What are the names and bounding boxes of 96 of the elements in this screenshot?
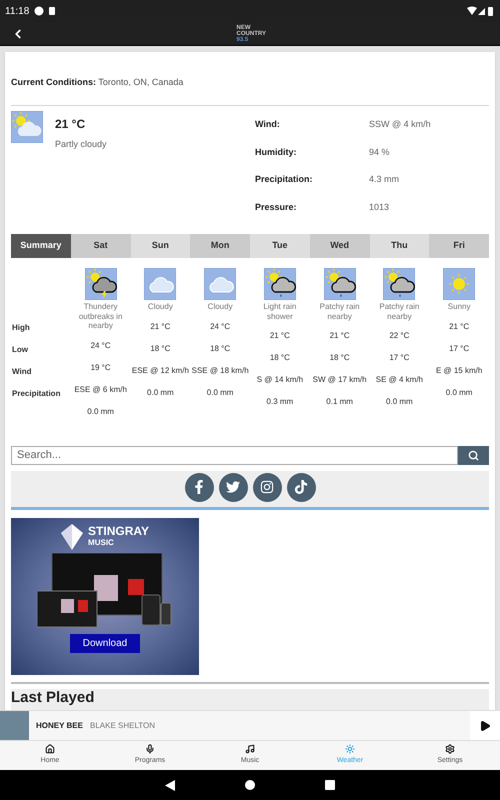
forecast-value: 0.0 mm xyxy=(386,396,413,408)
detail-label: Precipitation: xyxy=(255,173,314,186)
forecast-tab[interactable]: Sat xyxy=(70,234,130,258)
forecast-value: 19 °C xyxy=(90,362,111,374)
forecast-tab[interactable]: Fri xyxy=(429,234,489,258)
forecast-description: Cloudy xyxy=(206,302,234,312)
last-played-heading: Last Played xyxy=(11,688,96,706)
status-time: 11:18 xyxy=(5,4,30,18)
forecast-description: Patchy rain nearby xyxy=(318,302,361,321)
current-conditions-text: Current Conditions: Toronto, ON, Canada xyxy=(11,77,184,87)
diamond-logo-icon xyxy=(61,524,84,550)
microphone-icon xyxy=(145,744,155,754)
forecast-value: SW @ 17 km/h xyxy=(312,374,367,386)
current-temperature: 21 °C xyxy=(55,116,86,133)
forecast-value: 17 °C xyxy=(449,342,470,354)
social-button[interactable] xyxy=(252,472,282,502)
settings-icon xyxy=(445,744,455,754)
camera-icon xyxy=(260,480,274,494)
row-label: High xyxy=(12,322,30,334)
music-icon xyxy=(245,744,255,754)
forecast-value: 21 °C xyxy=(330,330,350,342)
forecast-value: 17 °C xyxy=(389,352,410,364)
forecast-value: 18 °C xyxy=(210,342,230,354)
forecast-description: Patchy rain nearby xyxy=(378,302,420,321)
forecast-description: Cloudy xyxy=(146,302,174,312)
detail-value: 1013 xyxy=(369,200,390,214)
home-nav-icon[interactable] xyxy=(245,780,255,790)
forecast-value: 0.0 mm xyxy=(446,386,472,398)
forecast-tab[interactable]: Summary xyxy=(11,234,71,258)
detail-value: 4.3 mm xyxy=(369,173,400,186)
forecast-value: 24 °C xyxy=(90,340,111,352)
cloud-icon xyxy=(144,268,176,300)
row-label: Precipitation xyxy=(12,388,60,400)
ad-brand: STINGRAY xyxy=(88,524,149,536)
detail-label: Wind: xyxy=(255,118,281,131)
notification-icons xyxy=(34,6,56,16)
detail-label: Pressure: xyxy=(255,200,298,214)
forecast-value: 24 °C xyxy=(210,320,230,332)
music-note-icon xyxy=(294,480,308,494)
forecast-tab[interactable]: Wed xyxy=(310,234,370,258)
current-description: Partly cloudy xyxy=(55,138,107,151)
forecast-value: 0.0 mm xyxy=(87,406,114,418)
forecast-value: 0.0 mm xyxy=(206,386,234,398)
signal-battery-icons xyxy=(467,6,495,16)
social-button[interactable] xyxy=(286,472,316,502)
detail-label: Humidity: xyxy=(255,146,298,159)
track-artist: BLAKE SHELTON xyxy=(90,720,156,732)
home-icon xyxy=(45,744,55,754)
sun-cloud-icon xyxy=(11,111,43,143)
forecast-tab[interactable]: Sun xyxy=(130,234,190,258)
search-icon xyxy=(468,450,479,460)
search-button[interactable] xyxy=(458,446,489,464)
rain-cloud-icon xyxy=(324,268,356,300)
forecast-value: 21 °C xyxy=(150,320,170,332)
forecast-description: Light rain shower xyxy=(262,302,298,321)
forecast-value: 0.1 mm xyxy=(326,396,353,408)
track-title: HONEY BEE xyxy=(36,720,83,732)
forecast-value: 18 °C xyxy=(270,352,290,364)
search-field[interactable]: Search... xyxy=(11,446,458,464)
sun-icon xyxy=(345,744,355,754)
back-nav-icon[interactable] xyxy=(165,780,175,790)
forecast-value: SE @ 4 km/h xyxy=(376,374,423,386)
forecast-value: S @ 14 km/h xyxy=(256,374,304,386)
cloud-icon xyxy=(204,268,236,300)
forecast-value: 0.0 mm xyxy=(147,386,174,398)
bird-icon xyxy=(226,480,240,494)
forecast-tab[interactable]: Tue xyxy=(250,234,310,258)
play-icon xyxy=(479,720,491,732)
forecast-value: 21 °C xyxy=(449,320,470,332)
forecast-value: E @ 15 km/h xyxy=(436,364,482,376)
ad-subtitle: MUSIC xyxy=(88,536,115,548)
row-label: Low xyxy=(12,344,28,356)
social-button[interactable] xyxy=(218,472,248,502)
forecast-value: ESE @ 6 km/h xyxy=(74,384,127,396)
detail-value: 94 % xyxy=(369,146,390,158)
forecast-description: Thundery outbreaks in nearby xyxy=(78,302,124,330)
social-button[interactable] xyxy=(184,472,214,502)
forecast-value: SSE @ 18 km/h xyxy=(192,364,249,376)
rain-cloud-icon xyxy=(383,268,416,300)
album-art-placeholder xyxy=(0,711,29,740)
forecast-value: 18 °C xyxy=(150,342,170,354)
play-button[interactable] xyxy=(470,710,500,740)
forecast-tab[interactable]: Mon xyxy=(190,234,250,258)
sun-icon xyxy=(443,268,476,300)
storm-cloud-icon xyxy=(84,268,117,300)
forecast-description: Sunny xyxy=(446,302,472,312)
forecast-value: 22 °C xyxy=(389,330,410,342)
forecast-value: 0.3 mm xyxy=(266,396,294,408)
forecast-value: ESE @ 12 km/h xyxy=(132,364,189,376)
forecast-tab[interactable]: Thu xyxy=(370,234,430,258)
forecast-value: 18 °C xyxy=(330,352,350,364)
download-button[interactable]: Download xyxy=(70,634,140,652)
row-label: Wind xyxy=(12,366,32,378)
rain-cloud-icon xyxy=(264,268,296,300)
detail-value: SSW @ 4 km/h xyxy=(369,118,431,131)
forecast-value: 21 °C xyxy=(270,330,290,342)
